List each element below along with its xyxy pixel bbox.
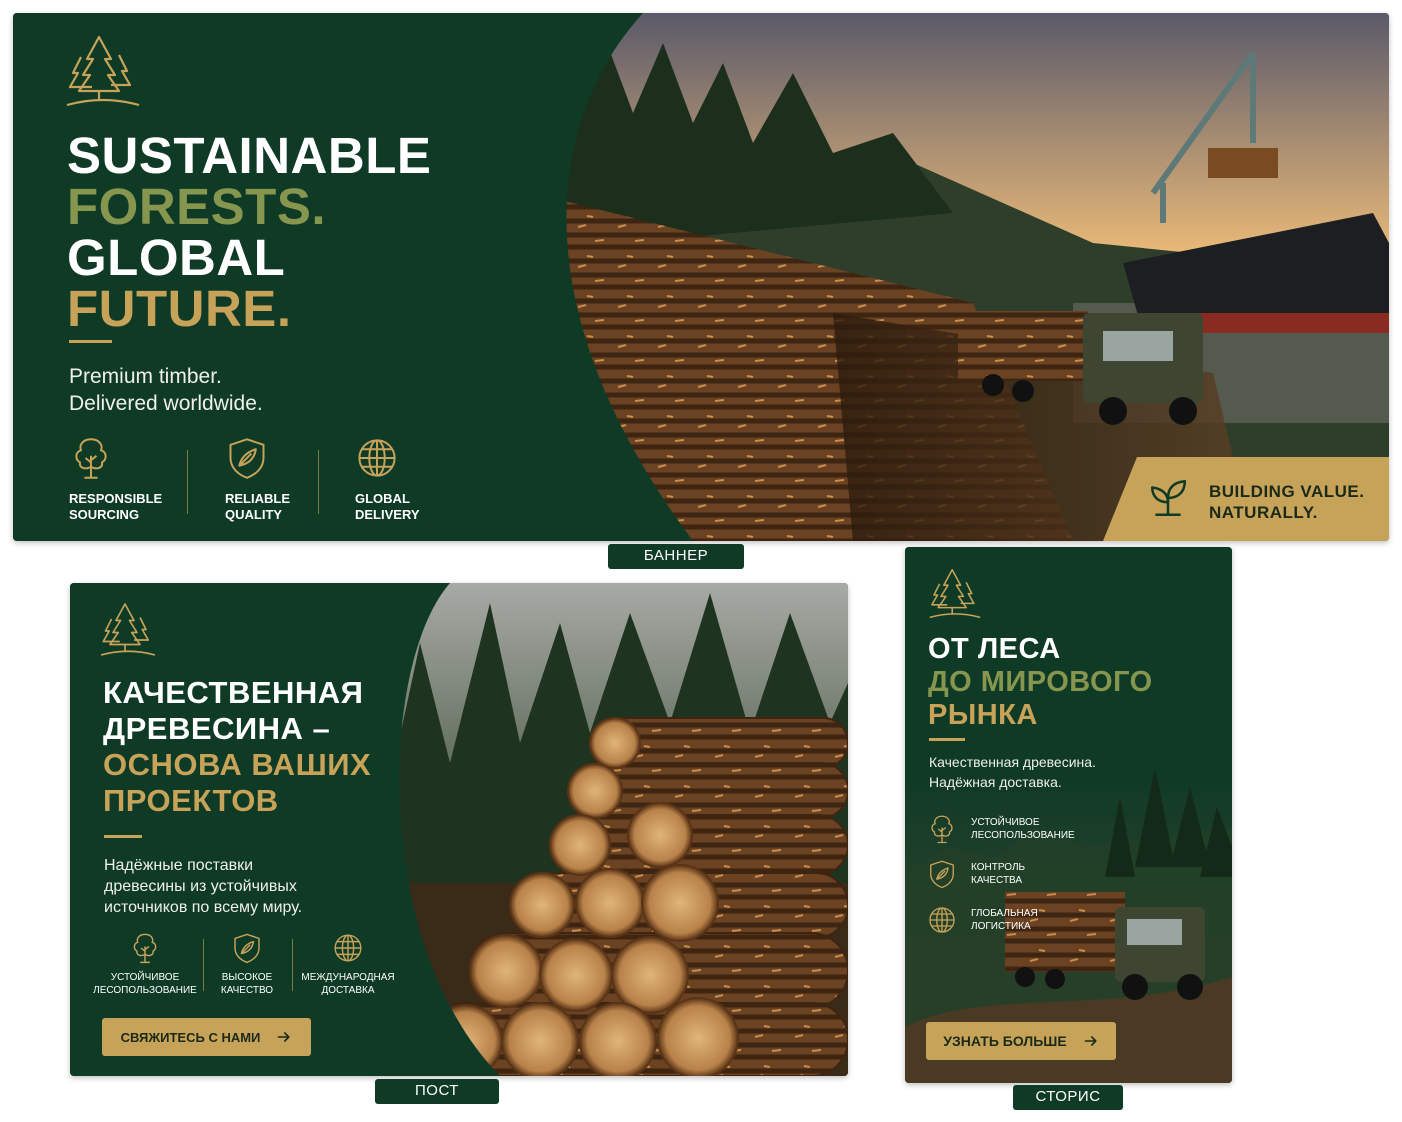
post-logo-icon	[98, 601, 158, 661]
story-headline-line-2: ДО МИРОВОГО	[928, 666, 1153, 698]
shield-icon	[927, 858, 957, 890]
banner-card: SUSTAINABLE FORESTS. GLOBAL FUTURE. Prem…	[13, 13, 1389, 541]
story-headline-line-1: ОТ ЛЕСА	[928, 633, 1061, 665]
banner-feature-sourcing: RESPONSIBLE SOURCING	[69, 433, 162, 523]
post-feature-quality: ВЫСОКОЕ КАЧЕСТВО	[200, 931, 294, 997]
story-subtitle: Качественная древесина. Надёжная доставк…	[929, 752, 1096, 792]
feature-label-line-1: ГЛОБАЛЬНАЯ	[971, 908, 1038, 919]
post-subtitle-line-2: древесины из устойчивых	[104, 878, 297, 895]
post-headline-line-3: ОСНОВА ВАШИХ	[103, 747, 372, 782]
story-headline: ОТ ЛЕСА ДО МИРОВОГО РЫНКА	[928, 633, 1153, 732]
shield-icon	[225, 433, 269, 483]
feature-label-line-2: КАЧЕСТВО	[220, 985, 274, 996]
banner-accent-rule	[69, 340, 112, 343]
story-logo-icon	[927, 567, 983, 623]
banner-subtitle-line-1: Premium timber.	[69, 365, 222, 388]
shield-icon	[231, 931, 263, 965]
story-feature-sustainable: УСТОЙЧИВОЕ ЛЕСОПОЛЬЗОВАНИЕ	[927, 813, 1075, 845]
story-learn-more-button-label: УЗНАТЬ БОЛЬШЕ	[943, 1033, 1067, 1049]
banner-badge-line-1: BUILDING VALUE.	[1209, 482, 1365, 501]
post-headline-line-1: КАЧЕСТВЕННАЯ	[103, 675, 364, 710]
banner-badge-line-2: NATURALLY.	[1209, 503, 1318, 522]
post-feature-sustainable: УСТОЙЧИВОЕ ЛЕСОПОЛЬЗОВАНИЕ	[90, 931, 200, 997]
arrow-right-icon	[1083, 1033, 1099, 1049]
post-contact-button-label: СВЯЖИТЕСЬ С НАМИ	[120, 1029, 261, 1045]
sprout-icon	[1147, 477, 1189, 519]
story-feature-logistics: ГЛОБАЛЬНАЯ ЛОГИСТИКА	[927, 904, 1038, 936]
banner-headline-line-2: FORESTS.	[67, 178, 327, 235]
feature-label-line-2: ЛЕСОПОЛЬЗОВАНИЕ	[971, 830, 1075, 841]
post-accent-rule	[104, 835, 142, 838]
post-green-panel	[70, 583, 500, 1076]
feature-label-line-1: УСТОЙЧИВОЕ	[110, 972, 180, 983]
banner-feature-quality: RELIABLE QUALITY	[225, 433, 290, 523]
feature-label-line-2: DELIVERY	[355, 507, 420, 522]
post-contact-button[interactable]: СВЯЖИТЕСЬ С НАМИ	[102, 1018, 311, 1056]
feature-label-line-2: QUALITY	[225, 507, 283, 522]
feature-label-line-2: ДОСТАВКА	[321, 985, 375, 996]
banner-subtitle: Premium timber. Delivered worldwide.	[69, 363, 263, 417]
post-subtitle: Надёжные поставки древесины из устойчивы…	[104, 855, 302, 918]
story-accent-rule	[929, 738, 965, 741]
arrow-right-icon	[276, 1029, 292, 1045]
post-subtitle-line-1: Надёжные поставки	[104, 857, 254, 874]
globe-icon	[355, 433, 399, 483]
banner-badge: BUILDING VALUE. NATURALLY.	[1103, 457, 1389, 541]
tree-icon	[927, 813, 957, 845]
feature-label-line-1: RESPONSIBLE	[69, 491, 163, 506]
post-label: ПОСТ	[375, 1079, 499, 1104]
banner-label: БАННЕР	[608, 544, 744, 569]
post-headline-line-4: ПРОЕКТОВ	[103, 783, 279, 818]
post-subtitle-line-3: источников по всему миру.	[104, 899, 303, 916]
tree-icon	[129, 931, 161, 965]
feature-label-line-2: ЛЕСОПОЛЬЗОВАНИЕ	[93, 985, 197, 996]
story-subtitle-line-2: Надёжная доставка.	[929, 774, 1062, 790]
feature-label-line-2: SOURCING	[69, 507, 140, 522]
feature-label-line-1: МЕЖДУНАРОДНАЯ	[301, 972, 395, 983]
feature-label-line-1: УСТОЙЧИВОЕ	[971, 817, 1040, 828]
feature-label-line-2: ЛОГИСТИКА	[971, 921, 1031, 932]
banner-headline-line-3: GLOBAL	[67, 229, 286, 286]
story-headline-line-3: РЫНКА	[928, 699, 1038, 731]
banner-badge-text: BUILDING VALUE. NATURALLY.	[1209, 481, 1364, 523]
story-feature-quality: КОНТРОЛЬ КАЧЕСТВА	[927, 858, 1025, 890]
story-subtitle-line-1: Качественная древесина.	[929, 754, 1096, 770]
feature-label-line-2: КАЧЕСТВА	[971, 875, 1023, 886]
banner-subtitle-line-2: Delivered worldwide.	[69, 392, 263, 415]
banner-feature-delivery: GLOBAL DELIVERY	[355, 433, 420, 523]
banner-logo-icon	[63, 33, 143, 113]
tree-icon	[69, 433, 113, 483]
globe-icon	[332, 931, 364, 965]
post-headline-line-2: ДРЕВЕСИНА –	[103, 711, 331, 746]
feature-label-line-1: КОНТРОЛЬ	[971, 862, 1026, 873]
feature-label-line-1: ВЫСОКОЕ	[221, 972, 273, 983]
story-learn-more-button[interactable]: УЗНАТЬ БОЛЬШЕ	[926, 1022, 1116, 1060]
post-feature-divider-2	[292, 939, 293, 991]
banner-headline-line-4: FUTURE.	[67, 280, 292, 337]
banner-headline-line-1: SUSTAINABLE	[67, 127, 432, 184]
banner-headline: SUSTAINABLE FORESTS. GLOBAL FUTURE.	[67, 130, 431, 334]
post-headline: КАЧЕСТВЕННАЯ ДРЕВЕСИНА – ОСНОВА ВАШИХ ПР…	[103, 675, 371, 819]
banner-feature-divider-1	[187, 450, 188, 514]
globe-icon	[927, 904, 957, 936]
story-card: ОТ ЛЕСА ДО МИРОВОГО РЫНКА Качественная д…	[905, 547, 1232, 1083]
feature-label-line-1: GLOBAL	[355, 491, 410, 506]
feature-label-line-1: RELIABLE	[225, 491, 290, 506]
post-card: КАЧЕСТВЕННАЯ ДРЕВЕСИНА – ОСНОВА ВАШИХ ПР…	[70, 583, 848, 1076]
story-label: СТОРИС	[1013, 1085, 1123, 1110]
post-feature-delivery: МЕЖДУНАРОДНАЯ ДОСТАВКА	[296, 931, 400, 997]
banner-feature-divider-2	[318, 450, 319, 514]
